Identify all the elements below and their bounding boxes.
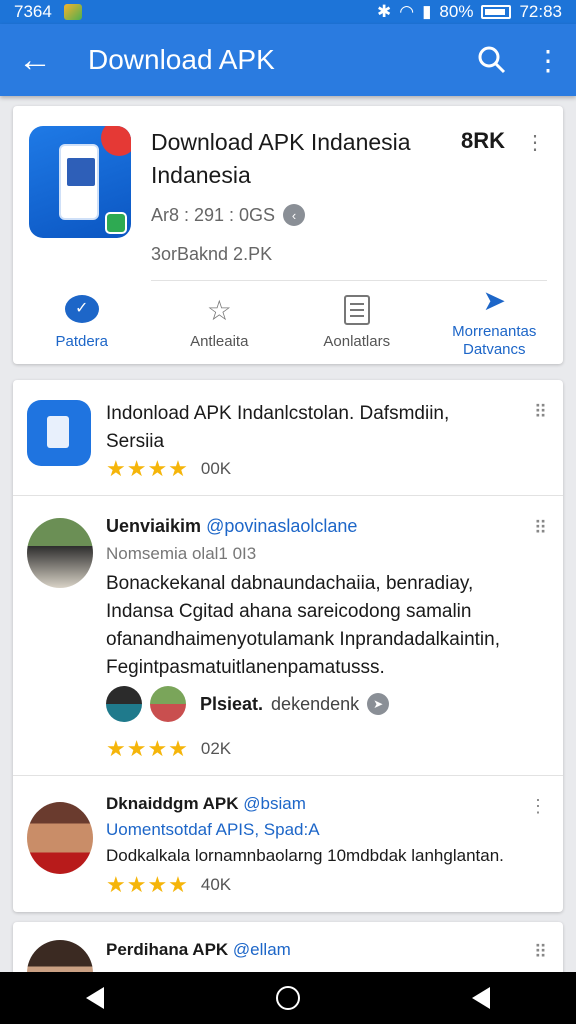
reaction-sublabel: dekendenk (271, 693, 360, 714)
share-icon: ➤ (482, 285, 506, 316)
action-label: Morrenantas Datvancs (452, 323, 537, 358)
star-icons: ★★★★ (106, 872, 189, 897)
author-handle[interactable]: @ellam (233, 940, 291, 959)
status-time-right: 72:83 (519, 2, 562, 21)
rating-count: 00K (200, 459, 232, 478)
author-name: Uenviaikim (106, 516, 202, 536)
status-time-left: 7364 (14, 2, 52, 21)
document-icon (343, 294, 370, 325)
app-meta-text: Ar8 : 291 : 0GS (151, 204, 276, 225)
rating-count: 40K (200, 875, 232, 894)
author-handle[interactable]: @povinaslaolclane (206, 516, 357, 536)
star-icons: ★★★★ (106, 736, 189, 761)
reaction-row: Plsieat. dekendenk ➤ (106, 686, 390, 722)
nav-recents-icon[interactable] (472, 987, 490, 1009)
rating: ★★★★ 40K (106, 872, 231, 898)
more-vert-icon[interactable]: ⋮ (529, 796, 547, 817)
action-chat[interactable]: ✓ Patdera (13, 286, 151, 358)
author-handle[interactable]: @bsiam (243, 794, 306, 813)
page-title: Download APK (88, 44, 275, 75)
nav-home-icon[interactable] (276, 986, 300, 1010)
list-item[interactable]: Indonload APK Indanlcstolan. Dafsmdiin, … (13, 380, 563, 496)
review-body: Bonackekanal dabnaundachaiia, benradiay,… (106, 573, 500, 678)
avatar (27, 802, 93, 874)
review-list: Indonload APK Indanlcstolan. Dafsmdiin, … (13, 380, 563, 912)
app-size: 8RK (461, 128, 506, 153)
app-icon (27, 400, 91, 466)
divider (151, 280, 547, 281)
more-vert-icon[interactable]: ⋮ (520, 24, 576, 96)
nav-back-icon[interactable] (86, 987, 104, 1009)
list-item-title: Indonload APK Indanlcstolan. Dafsmdiin, … (106, 403, 450, 452)
author-name: Dknaiddgm APK (106, 794, 239, 813)
app-detail-card: Download APK Indanesia Indanesia 8RK ⋮ A… (13, 106, 563, 364)
rating-count: 02K (200, 739, 232, 758)
review-body: Dodkalkala lornamnbaolarng 10mdbdak lanh… (106, 846, 504, 865)
action-label: Antleaita (190, 332, 249, 350)
star-outline-icon: ☆ (206, 294, 232, 326)
action-rate[interactable]: ☆ Antleaita (151, 286, 289, 358)
drag-handle-icon[interactable]: ⠿ (534, 518, 547, 539)
action-document[interactable]: Aonlatlars (288, 286, 426, 358)
author-name: Perdihana APK (106, 940, 229, 959)
rating: ★★★★ 00K (106, 456, 231, 482)
share-icon[interactable]: ➤ (367, 693, 390, 715)
review-author: Dknaiddgm APK @bsiam (106, 794, 306, 814)
review-author: Uenviaikim @povinaslaolclane (106, 516, 357, 537)
bluetooth-icon: ✱ (376, 2, 392, 21)
drag-handle-icon[interactable]: ⠿ (534, 402, 547, 423)
signal-icon: ▮ (422, 2, 432, 21)
app-bar: ← Download APK ⋮ (0, 24, 576, 96)
avatar (150, 686, 186, 722)
battery-icon (481, 5, 512, 19)
rating: ★★★★ 02K (106, 736, 231, 762)
drag-handle-icon[interactable]: ⠿ (534, 942, 547, 963)
review-subtitle: Uomentsotdaf APIS, Spad:A (106, 820, 320, 839)
app-meta: Ar8 : 291 : 0GS ‹ (151, 204, 306, 226)
reaction-label: Plsieat. (200, 693, 264, 714)
avatar (27, 518, 93, 588)
review-author: Perdihana APK @ellam (106, 940, 291, 960)
list-item[interactable]: Dknaiddgm APK @bsiam ⋮ Uomentsotdaf APIS… (13, 776, 563, 912)
info-icon[interactable]: ‹ (283, 204, 306, 226)
app-subtitle: 3orBaknd 2.PK (151, 244, 273, 264)
action-row: ✓ Patdera ☆ Antleaita Aonlatlars ➤ Morre… (13, 285, 564, 358)
review-subtitle: Nomsemia olal1 0I3 (106, 544, 257, 563)
avatar (106, 686, 142, 722)
status-bar: 7364 ✱ ◠ ▮ 80% 72:83 (0, 0, 576, 24)
action-label: Patdera (55, 332, 109, 350)
action-share[interactable]: ➤ Morrenantas Datvancs (426, 285, 564, 358)
app-icon (29, 126, 131, 238)
arrow-back-icon[interactable]: ← (0, 24, 70, 96)
notification-app-icon (63, 4, 82, 20)
battery-percent: 80% (439, 2, 474, 21)
system-nav-bar (0, 972, 576, 1024)
wifi-icon: ◠ (399, 2, 415, 21)
star-icons: ★★★★ (106, 456, 189, 481)
more-vert-icon[interactable]: ⋮ (525, 130, 545, 155)
action-label: Aonlatlars (323, 332, 391, 350)
list-item[interactable]: Uenviaikim @povinaslaolclane ⠿ Nomsemia … (13, 496, 563, 776)
search-icon[interactable] (464, 24, 520, 96)
app-name: Download APK Indanesia Indanesia (151, 129, 411, 188)
chat-icon: ✓ (64, 294, 99, 323)
